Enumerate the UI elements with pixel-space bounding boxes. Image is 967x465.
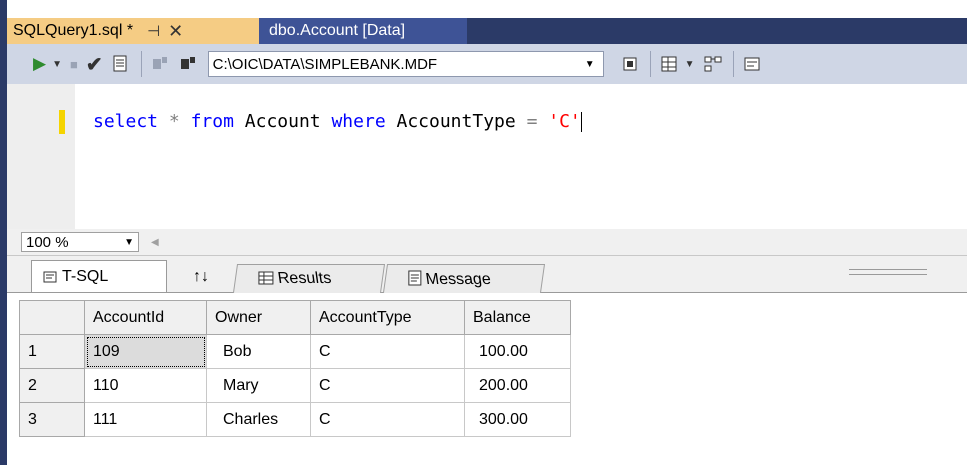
zoom-bar: 100 % ▼ ◀ (7, 229, 967, 256)
grid-cell[interactable]: 111 (84, 402, 207, 437)
toolbar-separator (649, 51, 651, 77)
row-number[interactable]: 3 (19, 402, 85, 437)
table-row[interactable]: 2 110 Mary C 200.00 (19, 368, 571, 403)
row-number[interactable]: 1 (19, 334, 85, 369)
grid-cell[interactable]: Charles (206, 402, 311, 437)
grid-cell[interactable]: 110 (84, 368, 207, 403)
tab-account-data-label: dbo.Account [Data] (269, 22, 406, 39)
column-header[interactable]: AccountType (310, 300, 465, 335)
table-identifier: Account (244, 111, 321, 132)
change-indicator (59, 110, 65, 134)
message-icon (408, 270, 422, 285)
results-grid-icon (258, 271, 274, 285)
operator-star: * (168, 111, 180, 132)
pane-splitter[interactable] (849, 269, 927, 275)
window-frame (0, 0, 7, 465)
tab-account-data[interactable]: dbo.Account [Data] (259, 18, 467, 44)
grid-cell[interactable]: 200.00 (464, 368, 571, 403)
execute-dropdown-icon[interactable]: ▼ (52, 59, 62, 70)
execute-icon[interactable]: ▶ (33, 51, 46, 77)
editor-gutter (7, 84, 75, 229)
keyword-select: select (93, 111, 159, 132)
table-row[interactable]: 3 111 Charles C 300.00 (19, 402, 571, 437)
operator-equals: = (526, 111, 538, 132)
grid-cell[interactable]: C (310, 402, 465, 437)
grid-cell[interactable]: Mary (206, 368, 311, 403)
grid-cell[interactable]: 300.00 (464, 402, 571, 437)
column-header[interactable]: Owner (206, 300, 311, 335)
results-grid-area: AccountId Owner AccountType Balance 1 10… (7, 293, 967, 465)
keyword-from: from (190, 111, 234, 132)
tab-tsql[interactable]: T-SQL (31, 260, 167, 292)
keyword-where: where (331, 111, 386, 132)
result-tab-strip: T-SQL ↑↓ Results Message (7, 256, 967, 293)
stop-icon[interactable]: ■ (70, 51, 78, 77)
zoom-select[interactable]: 100 % ▼ (21, 232, 139, 252)
grid-cell[interactable]: 109 (84, 334, 207, 369)
tab-results[interactable]: Results (232, 264, 386, 293)
database-select[interactable]: C:\OIC\DATA\SIMPLEBANK.MDF ▼ (207, 51, 604, 77)
column-header[interactable]: Balance (464, 300, 571, 335)
grid-dropdown-icon[interactable]: ▼ (685, 59, 695, 70)
string-literal: 'C' (548, 111, 581, 132)
column-header[interactable]: AccountId (84, 300, 207, 335)
chevron-down-icon: ▼ (584, 58, 595, 70)
database-select-value: C:\OIC\DATA\SIMPLEBANK.MDF (212, 55, 438, 73)
tsql-icon (43, 271, 57, 282)
grid-cell[interactable]: C (310, 334, 465, 369)
sql-editor-toolbar: ▶ ▼ ■ ✔ C:\OIC\DATA\SIMPLEBANK.MDF ▼ ▼ (7, 44, 967, 84)
tab-results-label: Results (276, 270, 333, 287)
toolbar-grid-icon[interactable] (659, 51, 679, 77)
grid-cell[interactable]: C (310, 368, 465, 403)
sort-icon[interactable]: ↑↓ (185, 262, 225, 292)
toolbar-separator (140, 51, 142, 77)
zoom-value: 100 % (26, 233, 69, 251)
table-row[interactable]: 1 109 Bob C 100.00 (19, 334, 571, 369)
pin-icon[interactable]: ⊣ (147, 22, 160, 40)
row-number[interactable]: 2 (19, 368, 85, 403)
tab-tsql-label: T-SQL (62, 267, 109, 285)
connect-icon[interactable] (150, 51, 170, 77)
database-icon[interactable] (620, 51, 640, 77)
grid-cell[interactable]: 100.00 (464, 334, 571, 369)
execution-plan-icon[interactable] (703, 51, 723, 77)
tab-sqlquery1-label: SQLQuery1.sql * (13, 22, 134, 39)
grid-corner[interactable] (19, 300, 85, 335)
query-options-icon[interactable] (111, 51, 131, 77)
scroll-left-icon[interactable]: ◀ (151, 237, 159, 248)
query-editor[interactable]: select * from Account where AccountType … (7, 84, 967, 230)
results-grid: AccountId Owner AccountType Balance 1 10… (19, 300, 571, 437)
document-tab-strip: SQLQuery1.sql * ⊣ ✕ dbo.Account [Data] (7, 18, 967, 44)
results-to-grid-icon[interactable] (742, 51, 762, 77)
grid-cell[interactable]: Bob (206, 334, 311, 369)
tab-message[interactable]: Message (382, 264, 546, 293)
change-connection-icon[interactable] (178, 51, 198, 77)
close-icon[interactable]: ✕ (168, 21, 183, 42)
toolbar-separator (732, 51, 734, 77)
parse-check-icon[interactable]: ✔ (86, 51, 103, 77)
tab-message-label: Message (424, 270, 492, 288)
code-line[interactable]: select * from Account where AccountType … (93, 110, 582, 134)
grid-header-row: AccountId Owner AccountType Balance (19, 300, 571, 335)
text-caret (580, 112, 582, 132)
chevron-down-icon: ▼ (124, 236, 134, 248)
tab-sqlquery1[interactable]: SQLQuery1.sql * ⊣ ✕ (7, 18, 259, 44)
column-identifier: AccountType (396, 111, 516, 132)
